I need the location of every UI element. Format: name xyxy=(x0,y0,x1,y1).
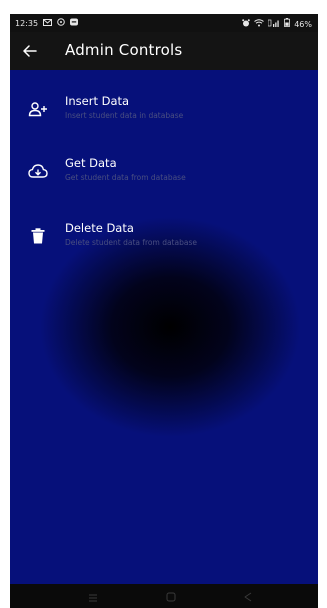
page-title: Admin Controls xyxy=(65,41,183,59)
navigation-bar xyxy=(10,584,318,608)
arrow-left-icon xyxy=(23,42,37,61)
menu-item-title: Delete Data xyxy=(65,221,134,235)
message-icon xyxy=(57,18,65,29)
menu-item-subtitle: Get student data from database xyxy=(65,173,186,182)
battery-percent: 46% xyxy=(294,19,312,29)
home-button[interactable] xyxy=(164,590,178,602)
chat-bubble-icon xyxy=(70,18,79,29)
recent-apps-button[interactable] xyxy=(86,590,100,602)
mail-icon xyxy=(43,18,53,29)
add-person-icon xyxy=(28,99,48,119)
battery-icon xyxy=(284,18,291,30)
menu-item-subtitle: Delete student data from database xyxy=(65,238,197,247)
phone-screen: 12:35 46% Admin Controls Insert Data Ins… xyxy=(10,14,318,608)
wifi-icon xyxy=(254,18,265,30)
status-left: 12:35 xyxy=(15,18,79,29)
admin-menu: Insert Data Insert student data in datab… xyxy=(10,70,318,584)
signal-icon xyxy=(267,19,280,30)
menu-item-title: Insert Data xyxy=(65,94,130,108)
menu-lines-icon xyxy=(88,587,98,606)
app-bar: Admin Controls xyxy=(10,32,318,70)
back-button[interactable] xyxy=(18,39,42,63)
menu-item-get-data[interactable]: Get Data Get student data from database xyxy=(10,150,318,194)
cloud-download-icon xyxy=(28,161,48,181)
back-triangle-icon xyxy=(244,587,252,606)
alarm-icon xyxy=(242,18,251,30)
status-right: 46% xyxy=(242,18,312,30)
home-square-icon xyxy=(166,587,176,606)
trash-icon xyxy=(28,226,48,246)
menu-item-insert-data[interactable]: Insert Data Insert student data in datab… xyxy=(10,88,318,132)
status-bar: 12:35 46% xyxy=(10,14,318,32)
menu-item-title: Get Data xyxy=(65,156,117,170)
menu-item-subtitle: Insert student data in database xyxy=(65,111,184,120)
system-back-button[interactable] xyxy=(241,590,255,602)
status-time: 12:35 xyxy=(15,19,39,28)
menu-item-delete-data[interactable]: Delete Data Delete student data from dat… xyxy=(10,215,318,259)
